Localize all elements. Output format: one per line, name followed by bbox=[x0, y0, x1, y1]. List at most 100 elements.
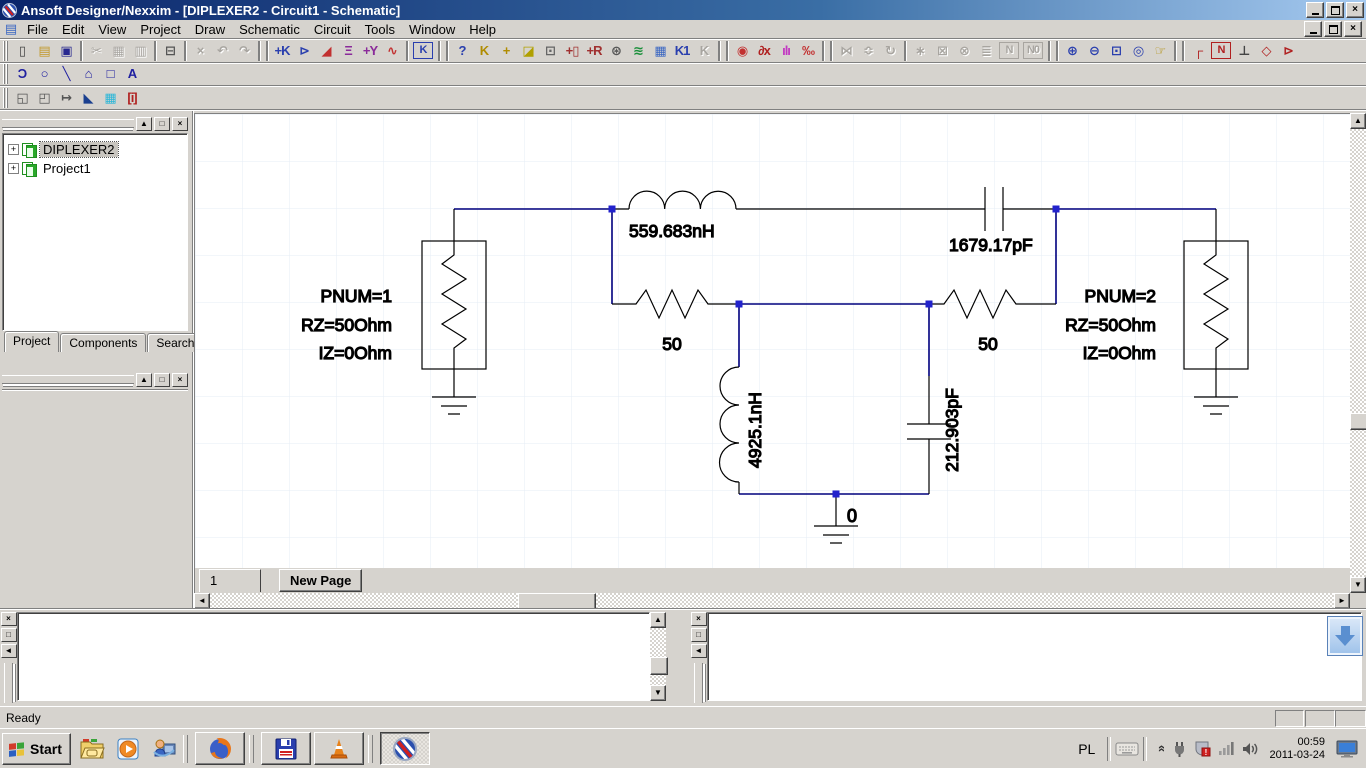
security-alert-icon[interactable]: ! bbox=[1194, 740, 1211, 757]
new-document-icon[interactable]: ▯ bbox=[11, 41, 33, 61]
taskbar-button-vlc[interactable] bbox=[314, 732, 364, 765]
hide-icons-button[interactable]: » bbox=[1153, 745, 1168, 752]
display-icon[interactable] bbox=[1336, 740, 1358, 758]
minimize-button[interactable] bbox=[1306, 2, 1324, 18]
tab-components[interactable]: Components bbox=[60, 333, 146, 352]
component-browser-icon[interactable]: K bbox=[413, 42, 433, 59]
keyboard-icon[interactable] bbox=[1115, 741, 1139, 757]
panel-collapse-button[interactable]: ◄ bbox=[1, 644, 17, 658]
menu-edit[interactable]: Edit bbox=[55, 21, 91, 38]
gauge-pen-icon[interactable]: ‰ bbox=[797, 41, 819, 61]
menu-circuit[interactable]: Circuit bbox=[307, 21, 358, 38]
scroll-thumb[interactable] bbox=[650, 657, 668, 675]
messenger-icon[interactable] bbox=[149, 734, 179, 764]
report-grid-icon[interactable]: ▦ bbox=[649, 41, 671, 61]
derivative-icon[interactable]: ∂x bbox=[753, 41, 775, 61]
expand-icon[interactable]: + bbox=[8, 163, 19, 174]
taskbar-button-ansoft[interactable] bbox=[380, 732, 430, 765]
panel-collapse-button[interactable]: ◄ bbox=[691, 644, 707, 658]
close-button[interactable]: × bbox=[1346, 2, 1364, 18]
mdi-minimize-button[interactable] bbox=[1304, 21, 1322, 37]
panel-grip[interactable] bbox=[2, 119, 134, 128]
panel-close-button[interactable]: × bbox=[691, 612, 707, 626]
pop-up-icon[interactable]: ◰ bbox=[33, 88, 55, 108]
scroll-down-button[interactable]: ▼ bbox=[650, 685, 666, 701]
start-button[interactable]: Start bbox=[2, 733, 71, 765]
add-inductor-icon[interactable]: ∿ bbox=[381, 41, 403, 61]
tree-item-project1[interactable]: + Project1 bbox=[5, 159, 185, 178]
panel-float-button[interactable]: □ bbox=[691, 628, 707, 642]
scroll-up-button[interactable]: ▲ bbox=[1350, 113, 1366, 129]
media-player-icon[interactable] bbox=[113, 734, 143, 764]
open-folder-icon[interactable]: ▤ bbox=[33, 41, 55, 61]
mdi-restore-button[interactable] bbox=[1324, 21, 1342, 37]
menu-view[interactable]: View bbox=[91, 21, 133, 38]
zoom-window-icon[interactable]: ⊡ bbox=[1105, 41, 1127, 61]
page-tab-1[interactable]: 1 bbox=[199, 569, 261, 592]
scroll-left-button[interactable]: ◄ bbox=[194, 593, 210, 609]
menu-draw[interactable]: Draw bbox=[188, 21, 232, 38]
dialog-editor-icon[interactable]: ⊡ bbox=[539, 41, 561, 61]
bullseye-icon[interactable]: ◉ bbox=[731, 41, 753, 61]
rectangle-tool-icon[interactable]: □ bbox=[99, 64, 121, 84]
language-indicator[interactable]: PL bbox=[1070, 741, 1103, 757]
wizard-icon[interactable]: ? bbox=[451, 41, 473, 61]
taskbar-button-floppy[interactable] bbox=[261, 732, 311, 765]
explorer-folder-icon[interactable] bbox=[77, 734, 107, 764]
grid-pencil-icon[interactable]: ▦ bbox=[99, 88, 121, 108]
menu-help[interactable]: Help bbox=[462, 21, 503, 38]
panel-close-button[interactable]: × bbox=[172, 117, 188, 131]
scroll-up-button[interactable]: ▲ bbox=[650, 612, 666, 628]
zoom-selection-icon[interactable]: ◎ bbox=[1127, 41, 1149, 61]
setup-analysis-icon[interactable]: ⊛ bbox=[605, 41, 627, 61]
histogram-icon[interactable]: ılı bbox=[775, 41, 797, 61]
zoom-in-icon[interactable]: ⊕ bbox=[1061, 41, 1083, 61]
place-interface-port-icon[interactable]: ⊳ bbox=[1277, 41, 1299, 61]
mdi-close-button[interactable]: × bbox=[1344, 21, 1362, 37]
panel-float-button[interactable]: □ bbox=[154, 117, 170, 131]
tree-item-label[interactable]: DIPLEXER2 bbox=[40, 142, 118, 157]
horizontal-scrollbar[interactable]: ◄ ► bbox=[194, 593, 1350, 609]
new-page-tab[interactable]: New Page bbox=[279, 569, 362, 592]
text-tool-icon[interactable]: A bbox=[121, 64, 143, 84]
menu-window[interactable]: Window bbox=[402, 21, 462, 38]
panel-collapse-button[interactable]: ▲ bbox=[136, 117, 152, 131]
polygon-tool-icon[interactable]: ⌂ bbox=[77, 64, 99, 84]
panel-grip[interactable] bbox=[4, 663, 13, 703]
edit-pin-icon[interactable]: + bbox=[495, 41, 517, 61]
toolbar-grip[interactable] bbox=[3, 64, 8, 84]
place-port-icon[interactable]: ◇ bbox=[1255, 41, 1277, 61]
restore-button[interactable] bbox=[1326, 2, 1344, 18]
volume-icon[interactable] bbox=[1242, 741, 1259, 757]
expand-icon[interactable]: + bbox=[8, 144, 19, 155]
net-marker-icon[interactable]: ↦ bbox=[55, 88, 77, 108]
schematic-canvas[interactable]: PNUM=1 RZ=50Ohm IZ=0Ohm PNUM=2 RZ=50Ohm … bbox=[194, 113, 1351, 569]
add-diode-icon[interactable]: ⊳ bbox=[293, 41, 315, 61]
scroll-to-bottom-button[interactable] bbox=[1327, 616, 1363, 656]
add-net-icon[interactable]: +Y bbox=[359, 41, 381, 61]
place-ground-icon[interactable]: ⊥ bbox=[1233, 41, 1255, 61]
message-panel-body[interactable] bbox=[17, 612, 650, 701]
add-pin-icon[interactable]: Ξ bbox=[337, 41, 359, 61]
tab-project[interactable]: Project bbox=[4, 331, 59, 352]
layer-pencil-icon[interactable]: ◣ bbox=[77, 88, 99, 108]
push-down-icon[interactable]: ◱ bbox=[11, 88, 33, 108]
panel-grip[interactable] bbox=[2, 375, 134, 384]
panel-collapse-button[interactable]: ▲ bbox=[136, 373, 152, 387]
menu-project[interactable]: Project bbox=[133, 21, 187, 38]
edit-part-icon[interactable]: K bbox=[473, 41, 495, 61]
save-icon[interactable]: ▣ bbox=[55, 41, 77, 61]
toolbar-grip[interactable] bbox=[3, 41, 8, 61]
menu-schematic[interactable]: Schematic bbox=[232, 21, 307, 38]
pan-icon[interactable]: ☞ bbox=[1149, 41, 1171, 61]
solids-box-icon[interactable]: ◪ bbox=[517, 41, 539, 61]
tray-clock[interactable]: 00:59 2011-03-24 bbox=[1266, 736, 1329, 762]
message-panel-scrollbar[interactable]: ▲ ▼ bbox=[650, 612, 666, 701]
taskbar-button-firefox[interactable] bbox=[195, 732, 245, 765]
line-tool-icon[interactable]: ╲ bbox=[55, 64, 77, 84]
zoom-out-icon[interactable]: ⊖ bbox=[1083, 41, 1105, 61]
arc-tool-icon[interactable]: Ɔ bbox=[11, 64, 33, 84]
add-library-icon[interactable]: +R bbox=[583, 41, 605, 61]
tree-item-diplexer2[interactable]: + DIPLEXER2 bbox=[5, 140, 185, 159]
toolbar-grip[interactable] bbox=[3, 88, 8, 108]
